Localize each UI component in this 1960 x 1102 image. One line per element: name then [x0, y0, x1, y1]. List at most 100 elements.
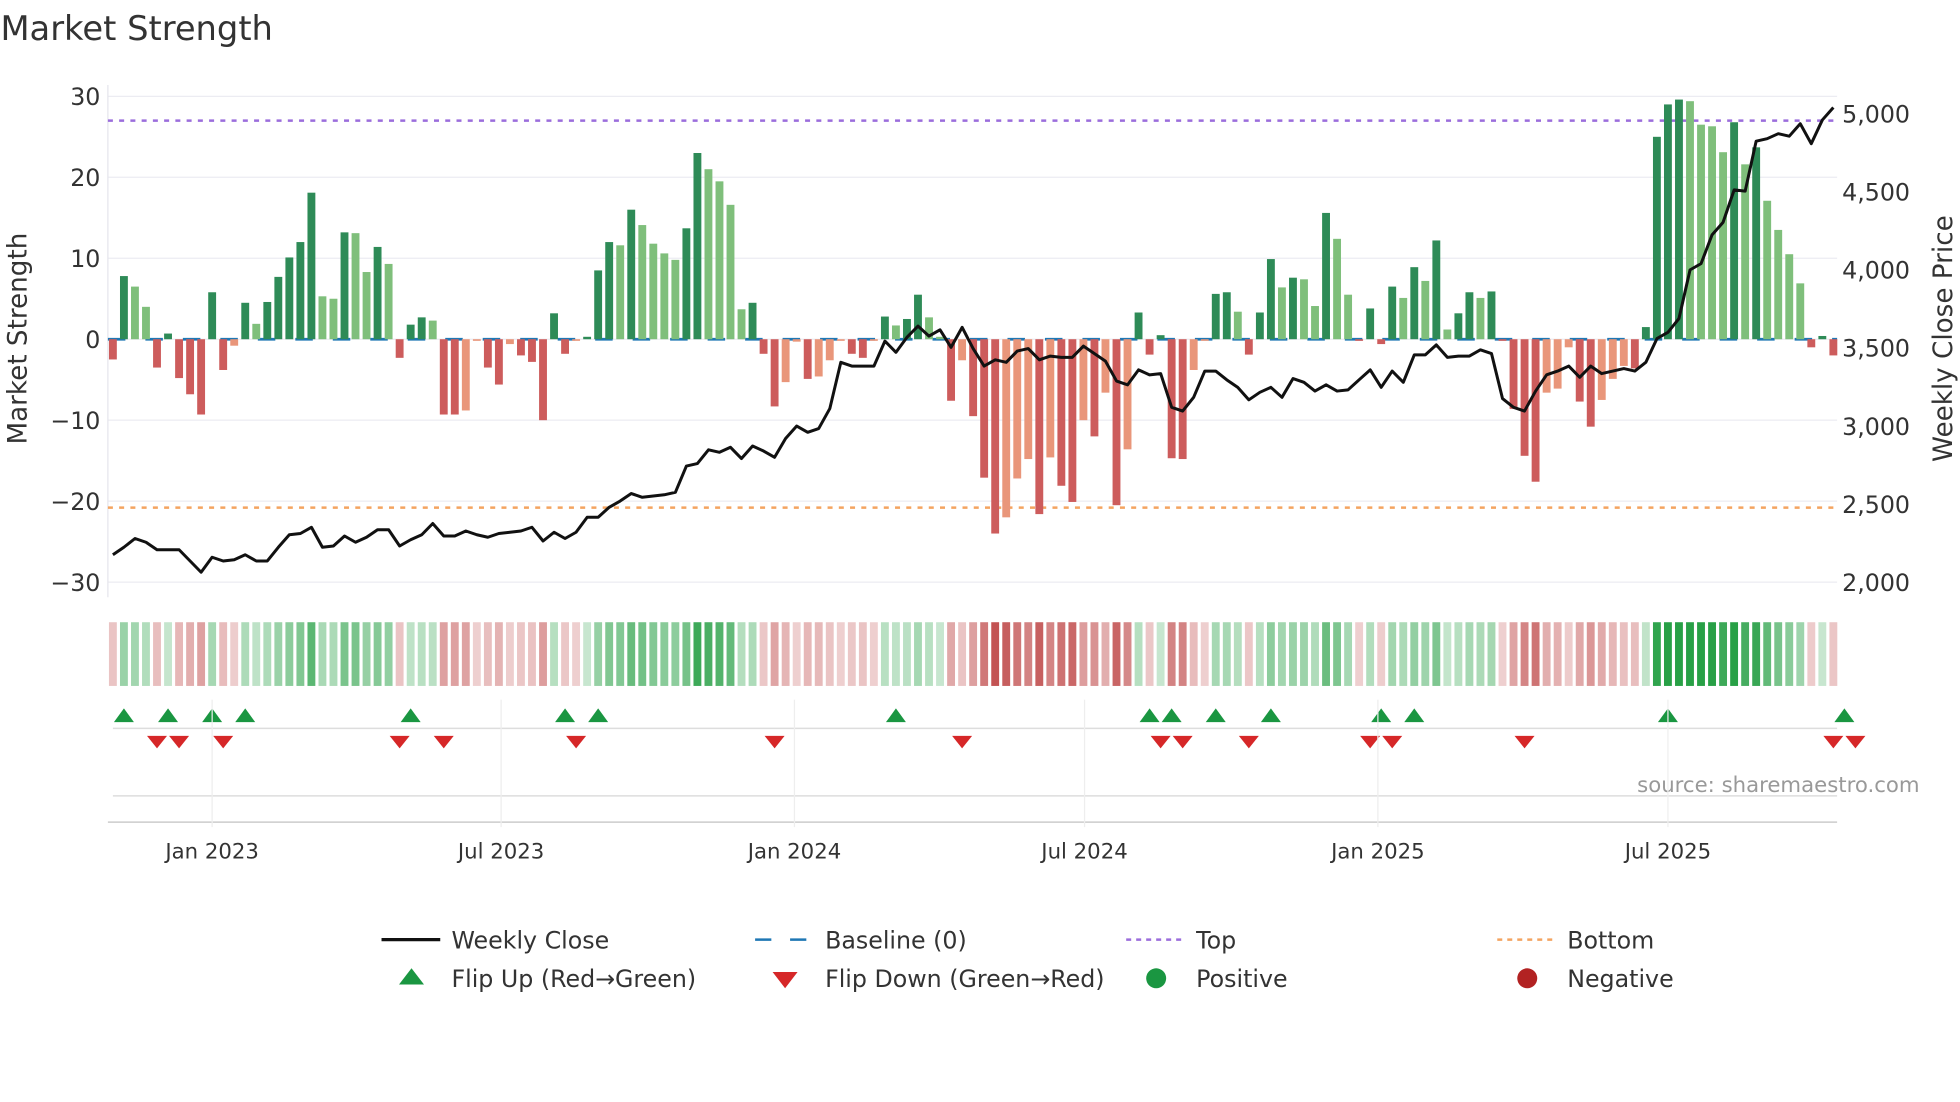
heatmap-cell — [1333, 622, 1342, 686]
strength-bar — [307, 192, 316, 340]
heatmap-cell — [1035, 622, 1044, 686]
strength-bar — [1509, 339, 1518, 409]
strength-bar — [1652, 136, 1661, 340]
heatmap-cell — [1586, 622, 1595, 686]
strength-bar — [1189, 339, 1198, 370]
heatmap-cell — [1013, 622, 1022, 686]
heatmap-cell — [1818, 622, 1827, 686]
heatmap-cell — [936, 622, 944, 686]
heatmap-cell — [1388, 622, 1397, 686]
heatmap-cell — [252, 622, 261, 686]
strength-bar — [1244, 339, 1253, 355]
legend-triangle-up-icon — [399, 968, 425, 985]
heatmap-cell — [1300, 622, 1308, 686]
strength-bar — [704, 169, 713, 340]
strength-bar — [395, 339, 404, 358]
heatmap-cell — [781, 622, 790, 686]
heatmap-cell — [1487, 622, 1496, 686]
strength-bar — [406, 324, 415, 340]
heatmap-cell — [649, 622, 658, 686]
heatmap-cell — [230, 622, 239, 686]
heatmap-cell — [274, 622, 283, 686]
heatmap-cell — [605, 622, 614, 686]
strength-bar — [1112, 339, 1121, 506]
heatmap-cell — [296, 622, 305, 686]
strength-bar — [1531, 339, 1540, 482]
heatmap-cell — [1807, 622, 1816, 686]
strength-bar — [1730, 122, 1739, 340]
strength-bar — [682, 228, 691, 340]
strength-bar — [384, 263, 393, 340]
strength-bar — [616, 245, 625, 340]
strength-bar — [1311, 306, 1319, 340]
heatmap-cell — [925, 622, 933, 686]
strength-bar — [880, 316, 889, 340]
strength-bar — [1145, 339, 1154, 355]
heatmap-cell — [880, 622, 889, 686]
strength-bar — [1586, 339, 1595, 427]
strength-bar — [605, 242, 614, 340]
heatmap-cell — [1024, 622, 1033, 686]
heatmap-cell — [1498, 622, 1507, 686]
strength-bar — [1476, 297, 1485, 340]
strength-bar — [1068, 339, 1077, 502]
strength-bar — [770, 339, 779, 407]
strength-bar — [1024, 339, 1033, 460]
strength-bar — [175, 339, 184, 379]
strength-bar — [417, 317, 426, 340]
heatmap-cell — [660, 622, 669, 686]
flip-up-marker — [113, 708, 134, 723]
strength-bar — [108, 339, 117, 360]
heatmap-cell — [340, 622, 349, 686]
heatmap-cell — [561, 622, 570, 686]
legend-label: Negative — [1567, 965, 1673, 993]
strength-bar — [439, 339, 448, 415]
x-axis-ticks: Jan 2023 Jul 2023 Jan 2024 Jul 2024 Jan 2025… — [163, 699, 1711, 864]
strength-bar — [803, 339, 812, 379]
heatmap-cell — [1652, 622, 1661, 686]
flip-up-marker — [885, 708, 906, 723]
flip-up-marker — [1834, 708, 1855, 723]
strength-bar — [131, 286, 139, 340]
strength-bar — [594, 270, 603, 340]
strength-bar — [1388, 286, 1397, 340]
strength-bar — [1322, 212, 1330, 340]
heatmap-cell — [1531, 622, 1540, 686]
strength-bar — [1123, 339, 1132, 450]
heatmap-cell — [671, 622, 680, 686]
heatmap-cell — [1355, 622, 1364, 686]
strength-heatmap-strip — [108, 622, 1838, 686]
strength-bar — [329, 298, 338, 340]
heatmap-cell — [318, 622, 327, 686]
y2-tick-label: 2,000 — [1842, 569, 1910, 597]
heatmap-cell — [1663, 622, 1672, 686]
source-note: source: sharemaestro.com — [1637, 773, 1919, 798]
strength-bar — [1520, 339, 1529, 456]
chart-title: Market Strength — [0, 9, 272, 48]
heatmap-cell — [726, 622, 735, 686]
heatmap-cell — [759, 622, 768, 686]
flip-up-marker — [1404, 708, 1425, 723]
heatmap-cell — [1465, 622, 1474, 686]
heatmap-cell — [263, 622, 272, 686]
heatmap-cell — [1542, 622, 1551, 686]
strength-bar — [252, 323, 261, 340]
y-tick-label: 20 — [70, 164, 100, 192]
legend-label: Weekly Close — [451, 926, 609, 954]
strength-bar — [1134, 312, 1143, 340]
heatmap-cell — [1156, 622, 1165, 686]
strength-bar — [241, 302, 250, 340]
heatmap-cell — [1630, 622, 1639, 686]
legend: Weekly Close Baseline (0) Top Bottom Flip Up… — [381, 926, 1674, 993]
strength-bar — [1035, 339, 1044, 515]
x-tick-label: Jul 2025 — [1623, 839, 1711, 864]
strength-bar — [1057, 339, 1066, 486]
strength-bar — [671, 259, 680, 340]
flip-down-marker — [213, 735, 234, 749]
strength-bar — [638, 225, 647, 340]
strength-bar — [528, 339, 536, 362]
strength-bar — [715, 181, 724, 340]
heatmap-cell — [1421, 622, 1430, 686]
strength-bar — [428, 320, 437, 340]
heatmap-cell — [1730, 622, 1739, 686]
